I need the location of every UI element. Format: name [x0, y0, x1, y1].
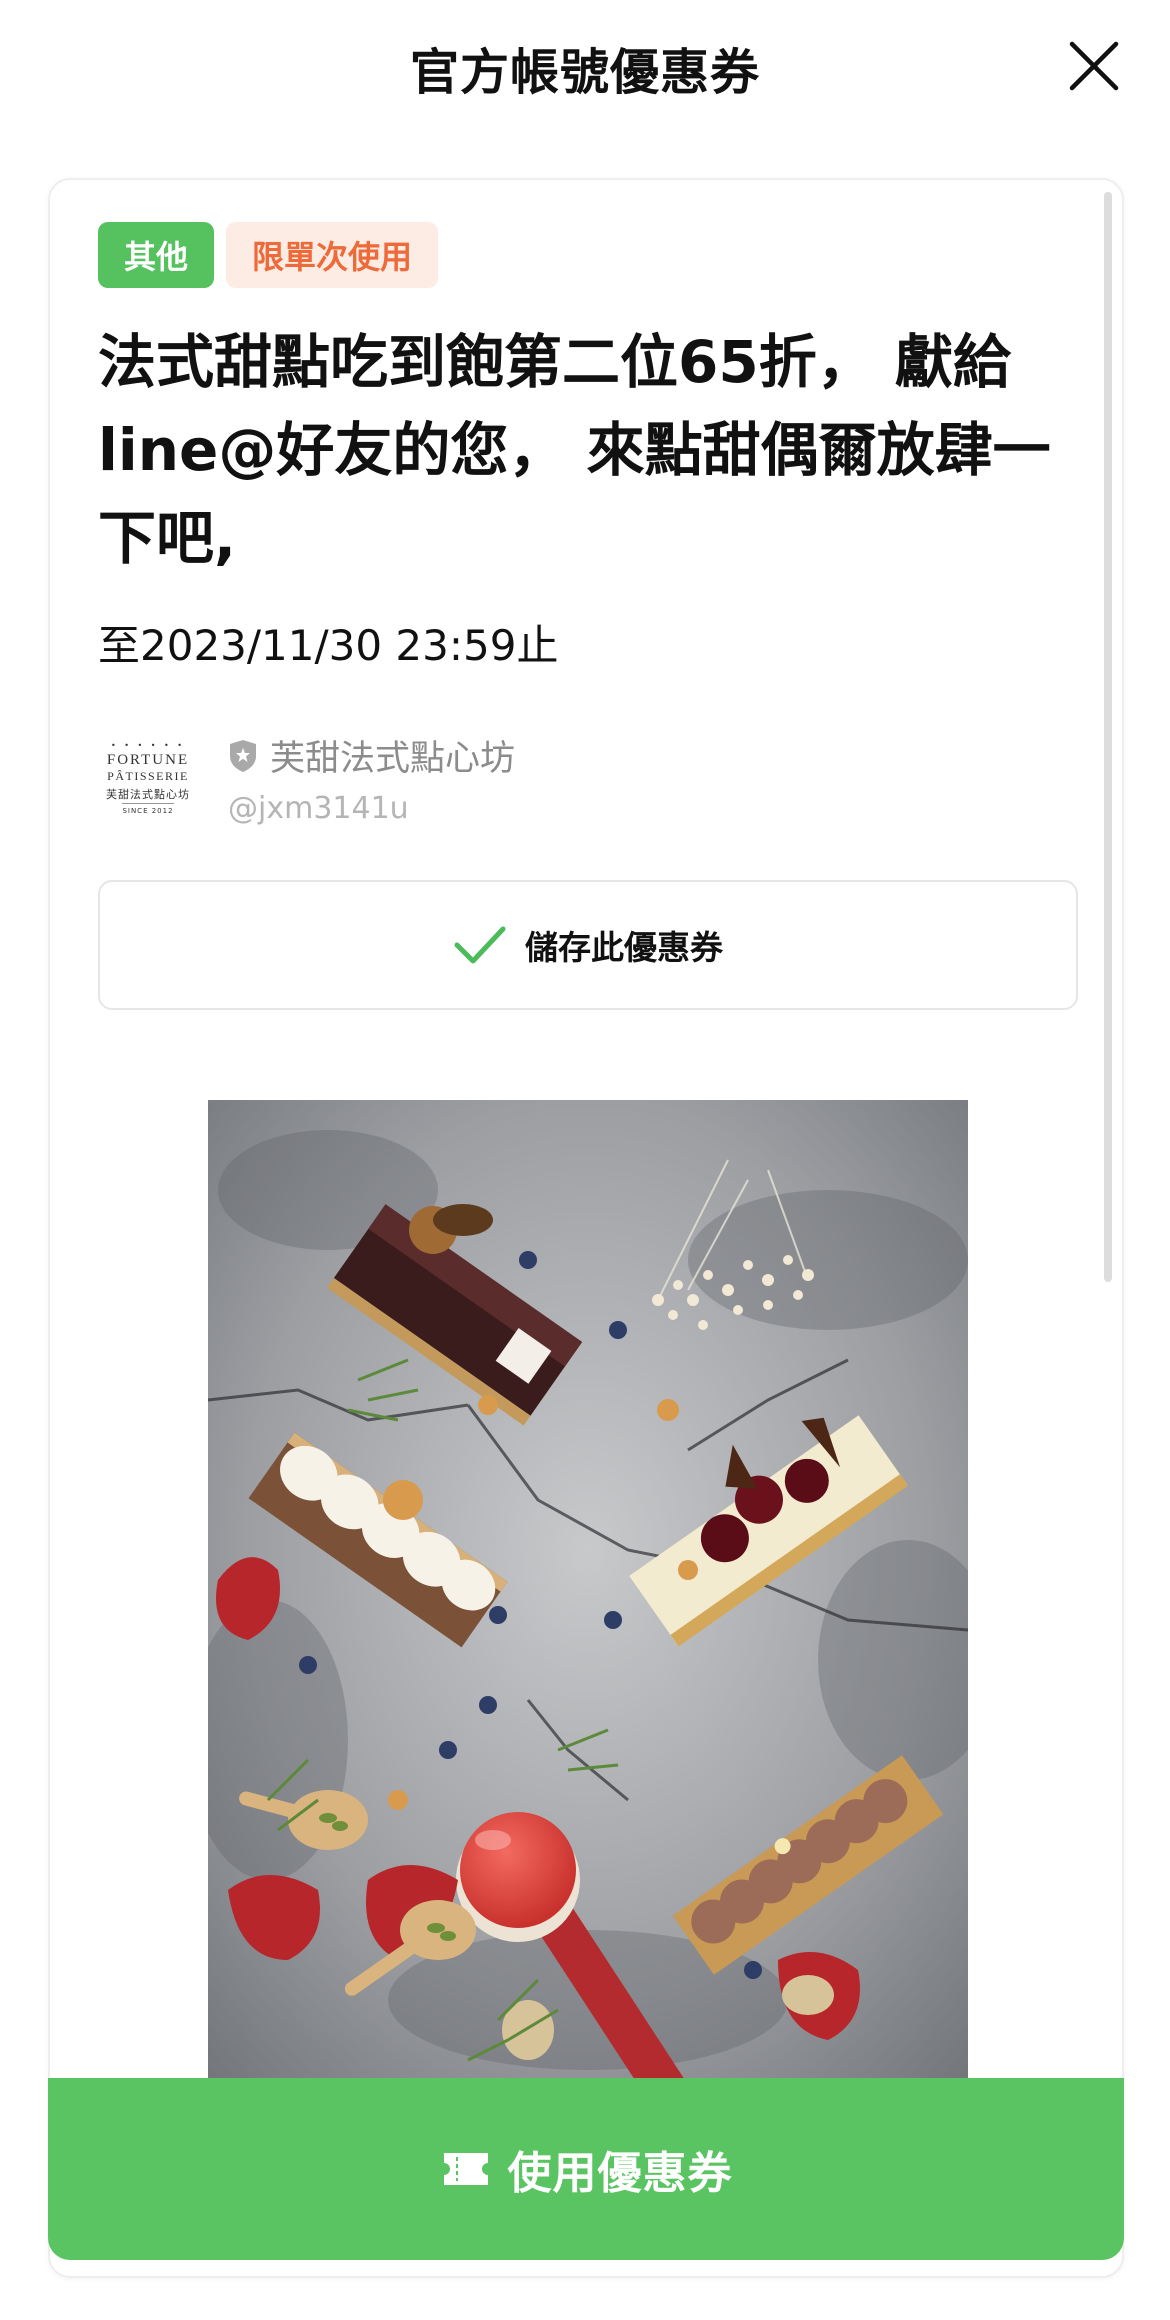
checkmark-icon — [454, 926, 506, 964]
coupon-card: 其他 限單次使用 法式甜點吃到飽第二位65折， 獻給line@好友的您， 來點甜… — [48, 178, 1124, 2278]
ticket-icon — [443, 2153, 488, 2185]
logo-text-2: PÂTISSERIE — [107, 768, 189, 783]
logo-text-1: FORTUNE — [106, 751, 190, 768]
close-icon[interactable] — [1062, 34, 1126, 98]
save-coupon-label: 儲存此優惠券 — [525, 928, 723, 967]
expiry-date: 至2023/11/30 23:59止 — [98, 621, 559, 670]
use-coupon-label: 使用優惠券 — [507, 2148, 733, 2199]
logo-dots: • • • • • • — [110, 740, 186, 750]
account-info[interactable]: • • • • • • FORTUNE PÂTISSERIE 芙甜法式點心坊 S… — [98, 728, 515, 828]
use-coupon-button[interactable]: 使用優惠券 — [48, 2078, 1124, 2260]
coupon-image — [208, 1100, 968, 2100]
coupon-tags: 其他 限單次使用 — [98, 222, 439, 288]
scrollbar[interactable] — [1104, 192, 1112, 1282]
account-text: 芙甜法式點心坊 @jxm3141u — [228, 730, 515, 826]
logo-text-3: 芙甜法式點心坊 — [106, 787, 190, 801]
category-tag: 其他 — [98, 222, 215, 288]
account-name: 芙甜法式點心坊 — [270, 739, 516, 779]
usage-limit-tag: 限單次使用 — [226, 222, 439, 288]
shield-star-icon — [230, 739, 256, 772]
account-name-row: 芙甜法式點心坊 — [228, 730, 515, 781]
page-title: 官方帳號優惠券 — [409, 43, 760, 101]
save-coupon-button[interactable]: 儲存此優惠券 — [98, 880, 1078, 1010]
account-id: @jxm3141u — [228, 791, 409, 826]
header-bar: 官方帳號優惠券 — [0, 0, 1170, 140]
account-logo: • • • • • • FORTUNE PÂTISSERIE 芙甜法式點心坊 S… — [98, 733, 198, 823]
dessert-photo — [208, 1100, 968, 2100]
logo-text-4: SINCE 2012 — [122, 802, 174, 816]
coupon-title: 法式甜點吃到飽第二位65折， 獻給line@好友的您， 來點甜偶爾放肆一下吧, — [98, 328, 1051, 572]
